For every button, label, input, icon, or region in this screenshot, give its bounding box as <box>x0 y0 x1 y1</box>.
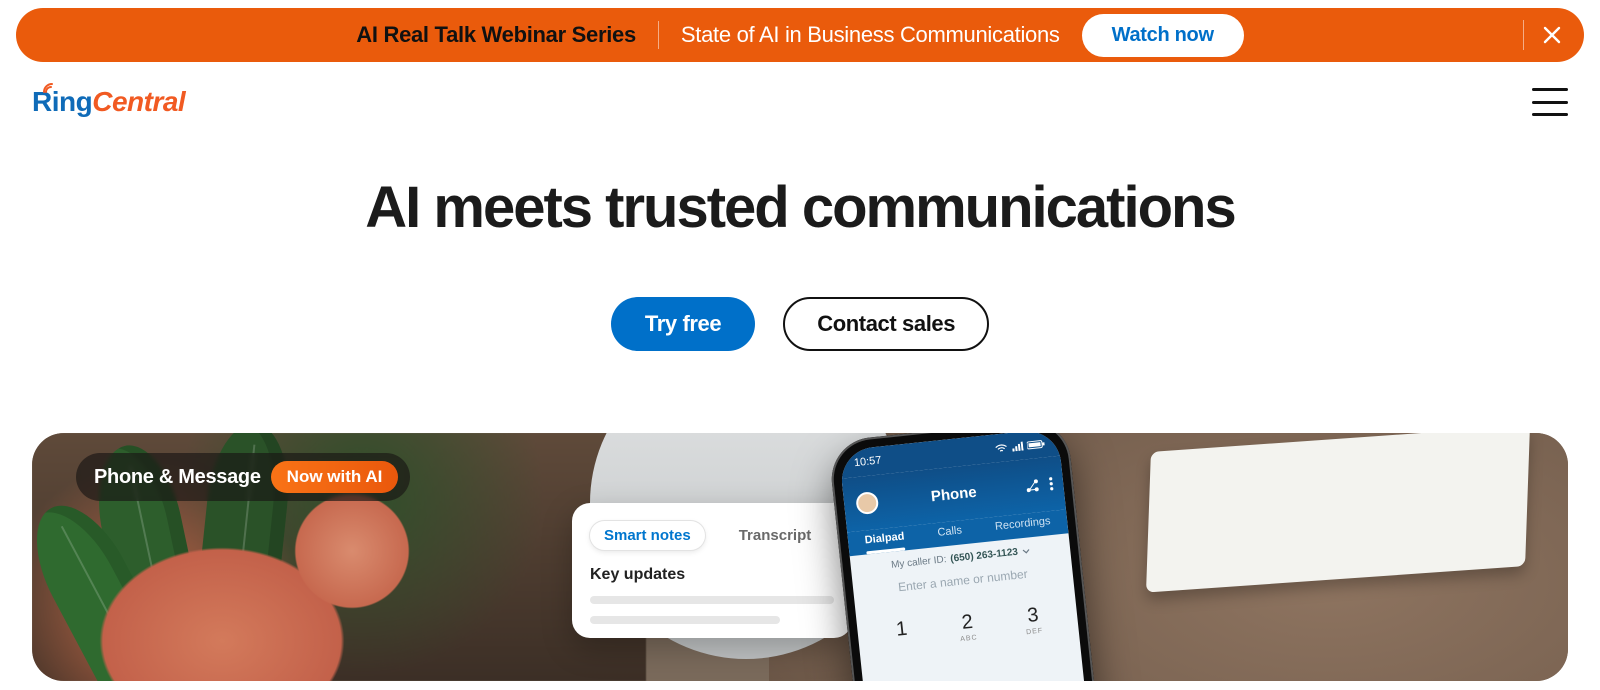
tab-smart-notes[interactable]: Smart notes <box>590 521 705 550</box>
watch-now-button[interactable]: Watch now <box>1082 14 1244 57</box>
divider <box>1523 20 1524 50</box>
app-title: Phone <box>930 483 977 505</box>
banner-content: AI Real Talk Webinar Series State of AI … <box>356 14 1243 57</box>
smart-notes-card: Smart notes Transcript Key updates <box>572 503 852 638</box>
status-icons <box>995 439 1046 453</box>
tab-recordings[interactable]: Recordings <box>994 515 1051 533</box>
phone-frame: 10:57 Phone Dialpad <box>828 433 1117 681</box>
logo-wave-icon <box>43 83 57 93</box>
share-icon[interactable] <box>1025 478 1040 493</box>
feature-chip: Phone & Message Now with AI <box>76 453 410 501</box>
contact-sales-button[interactable]: Contact sales <box>783 297 989 351</box>
battery-icon <box>1027 439 1046 450</box>
hero-headline: AI meets trusted communications <box>0 174 1600 241</box>
key-2[interactable]: 2ABC <box>939 601 996 652</box>
wifi-icon <box>995 443 1008 453</box>
try-free-button[interactable]: Try free <box>611 297 755 351</box>
logo[interactable]: Ring Central <box>32 86 185 118</box>
chip-badge: Now with AI <box>271 461 399 493</box>
phone-screen: 10:57 Phone Dialpad <box>839 433 1106 681</box>
promo-banner: AI Real Talk Webinar Series State of AI … <box>16 8 1584 62</box>
logo-part-central: Central <box>92 86 185 118</box>
tab-dialpad[interactable]: Dialpad <box>864 530 905 546</box>
banner-title: AI Real Talk Webinar Series <box>356 22 636 48</box>
key-3[interactable]: 3DEF <box>1005 594 1062 645</box>
tab-calls[interactable]: Calls <box>937 524 963 538</box>
divider <box>658 21 659 49</box>
chevron-down-icon <box>1022 548 1031 555</box>
banner-subtitle: State of AI in Business Communications <box>681 22 1060 48</box>
hamburger-icon <box>1532 88 1568 91</box>
phone-mockup: 10:57 Phone Dialpad <box>828 433 1137 681</box>
placeholder-line <box>590 616 780 624</box>
card-heading: Key updates <box>590 566 834 584</box>
decor-napkin <box>1146 433 1530 593</box>
chip-label: Phone & Message <box>94 466 261 489</box>
hero-section: AI meets trusted communications Try free… <box>0 118 1600 351</box>
caller-id-value: (650) 263-1123 <box>950 547 1019 565</box>
close-icon <box>1541 24 1563 46</box>
signal-icon <box>1011 441 1024 451</box>
placeholder-line <box>590 596 834 604</box>
caller-id-label: My caller ID: <box>891 554 947 571</box>
status-time: 10:57 <box>853 454 882 469</box>
logo-part-ring: Ring <box>32 86 92 118</box>
avatar[interactable] <box>855 491 879 515</box>
more-icon[interactable] <box>1049 477 1054 491</box>
key-1[interactable]: 1 <box>874 608 931 659</box>
hero-media: Phone & Message Now with AI Smart notes … <box>32 433 1568 681</box>
close-banner-button[interactable] <box>1538 21 1566 49</box>
hero-actions: Try free Contact sales <box>0 297 1600 351</box>
menu-button[interactable] <box>1532 88 1568 116</box>
site-header: Ring Central <box>0 62 1600 118</box>
card-tabs: Smart notes Transcript <box>590 521 834 550</box>
tab-transcript[interactable]: Transcript <box>725 521 826 550</box>
